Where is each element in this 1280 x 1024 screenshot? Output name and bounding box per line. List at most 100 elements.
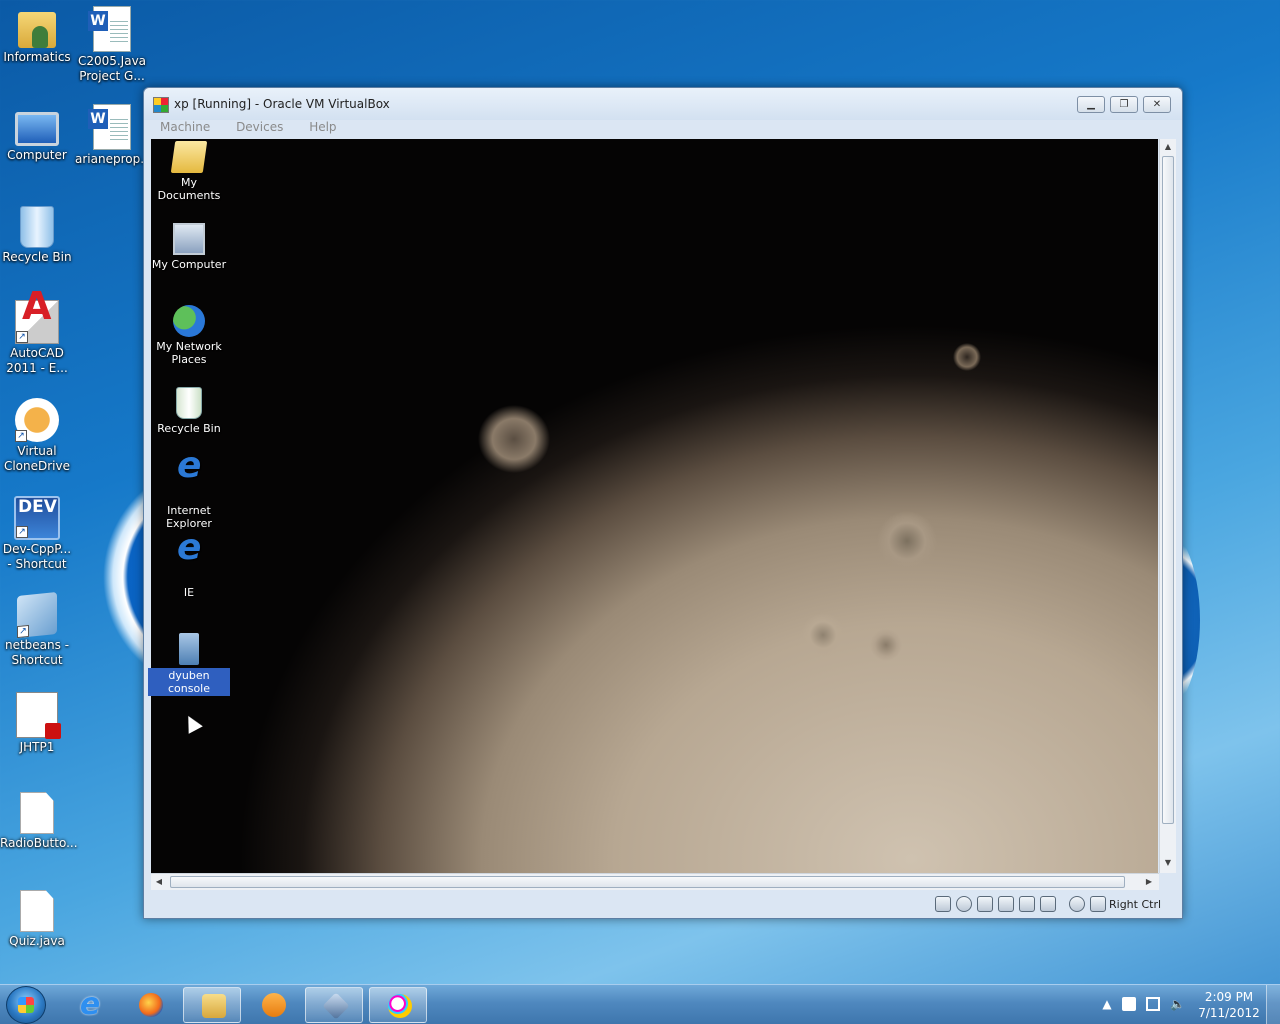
menu-help[interactable]: Help xyxy=(309,120,336,134)
autocad-icon: ↗ xyxy=(15,299,59,344)
desktop-icon-label: netbeans - Shortcut xyxy=(4,638,70,667)
start-button[interactable] xyxy=(6,986,46,1024)
desktop-icon-quiz-java[interactable]: Quiz.java xyxy=(0,890,74,949)
desktop-icon-netbeans[interactable]: ↗ netbeans - Shortcut xyxy=(0,591,74,668)
vertical-scrollbar[interactable]: ▲ ▼ xyxy=(1159,139,1176,873)
guest-icon-label: dyuben console xyxy=(148,668,230,696)
guest-icon-label: Recycle Bin xyxy=(157,422,221,435)
scroll-up-arrow-icon[interactable]: ▲ xyxy=(1160,139,1176,155)
internet-explorer-icon xyxy=(173,541,205,583)
desktop-icon-recycle-bin[interactable]: Recycle Bin xyxy=(0,202,74,265)
folder-icon xyxy=(18,12,56,48)
desktop-icon-label: C2005.Java Project G... xyxy=(77,54,147,83)
optical-drive-icon[interactable] xyxy=(956,896,972,912)
word-document-icon xyxy=(88,6,131,52)
taskbar-windows-explorer[interactable] xyxy=(183,987,241,1023)
clock-time: 2:09 PM xyxy=(1204,990,1254,1004)
guest-icon-internet-explorer[interactable]: Internet Explorer xyxy=(148,459,230,530)
mouse-cursor-icon xyxy=(181,712,203,734)
network-globe-icon xyxy=(173,305,205,337)
taskbar-firefox[interactable] xyxy=(121,987,179,1023)
shortcut-arrow-icon: ↗ xyxy=(16,526,28,538)
file-icon xyxy=(20,890,54,932)
guest-icon-label: My Computer xyxy=(151,258,227,271)
console-tool-icon xyxy=(179,633,199,665)
devcpp-icon: ↗ xyxy=(14,496,60,540)
network-icon[interactable] xyxy=(1146,997,1160,1011)
virtualbox-icon xyxy=(322,992,350,1020)
close-button[interactable]: ✕ xyxy=(1143,96,1171,113)
vertical-scroll-thumb[interactable] xyxy=(1162,156,1174,824)
guest-icon-my-documents[interactable]: My Documents xyxy=(148,141,230,202)
desktop-icon-arianeprop[interactable]: arianeprop... xyxy=(75,104,152,167)
shortcut-arrow-icon: ↗ xyxy=(17,624,29,639)
netbeans-cube-icon: ↗ xyxy=(17,591,57,639)
recycle-bin-icon xyxy=(20,206,54,248)
shared-folders-icon[interactable] xyxy=(1019,896,1035,912)
desktop-icon-label: arianeprop... xyxy=(75,152,152,166)
guest-icon-label: My Documents xyxy=(157,176,221,202)
shortcut-arrow-icon: ↗ xyxy=(16,331,28,343)
vm-statusbar: Right Ctrl xyxy=(144,890,1182,918)
usb-icon[interactable] xyxy=(977,896,993,912)
desktop-icon-label: Informatics xyxy=(3,50,71,64)
desktop-icon-devcpp[interactable]: ↗ Dev-CppP... - Shortcut xyxy=(0,496,74,572)
word-document-icon xyxy=(88,104,131,150)
desktop-icon-label: Computer xyxy=(7,148,67,162)
action-center-flag-icon[interactable] xyxy=(1122,997,1136,1011)
desktop-icon-jhtp1[interactable]: JHTP1 xyxy=(0,692,74,755)
desktop-icon-virtual-clonedrive[interactable]: ↗ Virtual CloneDrive xyxy=(0,398,74,474)
taskbar-media-player[interactable] xyxy=(244,987,302,1023)
hard-disk-icon[interactable] xyxy=(935,896,951,912)
volume-muted-icon[interactable]: 🔈 xyxy=(1170,997,1185,1011)
scroll-left-arrow-icon[interactable]: ◀ xyxy=(151,874,167,890)
guest-icon-dyuben-console[interactable]: dyuben console xyxy=(148,633,230,696)
menu-devices[interactable]: Devices xyxy=(236,120,283,134)
guest-icon-label: My Network Places xyxy=(156,340,222,366)
desktop-icon-informatics[interactable]: Informatics xyxy=(0,6,74,65)
display-icon[interactable] xyxy=(1040,896,1056,912)
window-titlebar[interactable]: xp [Running] - Oracle VM VirtualBox ▁ ❐ … xyxy=(144,88,1182,120)
window-title: xp [Running] - Oracle VM VirtualBox xyxy=(174,97,390,111)
guest-icon-my-computer[interactable]: My Computer xyxy=(148,223,230,271)
taskbar-clock[interactable]: 2:09 PM 7/11/2012 xyxy=(1195,989,1263,1021)
host-key-icon xyxy=(1090,896,1106,912)
network-adapter-icon[interactable] xyxy=(998,896,1014,912)
guest-icon-my-network-places[interactable]: My Network Places xyxy=(148,305,230,366)
desktop-icon-label: Quiz.java xyxy=(9,934,65,948)
recycle-bin-icon xyxy=(176,387,202,419)
desktop-icon-c2005-java[interactable]: C2005.Java Project G... xyxy=(75,6,149,84)
scroll-right-arrow-icon[interactable]: ▶ xyxy=(1141,874,1157,890)
desktop-icon-autocad[interactable]: ↗ AutoCAD 2011 - E... xyxy=(0,299,74,376)
computer-icon xyxy=(173,223,205,255)
horizontal-scroll-thumb[interactable] xyxy=(170,876,1125,888)
desktop-icon-label: Dev-CppP... - Shortcut xyxy=(2,542,72,571)
desktop-icon-label: Recycle Bin xyxy=(2,250,72,264)
restore-button[interactable]: ❐ xyxy=(1110,96,1138,113)
media-player-icon xyxy=(262,993,286,1017)
minimize-button[interactable]: ▁ xyxy=(1077,96,1105,113)
firefox-icon xyxy=(139,993,163,1017)
shortcut-arrow-icon: ↗ xyxy=(15,430,27,442)
computer-icon xyxy=(15,112,59,146)
taskbar-virtualbox[interactable] xyxy=(305,987,363,1023)
desktop-icon-computer[interactable]: Computer xyxy=(0,104,74,163)
taskbar-paint[interactable] xyxy=(369,987,427,1023)
desktop-icon-radiobutton[interactable]: RadioButto... xyxy=(0,792,78,851)
mouse-integration-icon[interactable] xyxy=(1069,896,1085,912)
show-hidden-icons-icon[interactable]: ▲ xyxy=(1100,997,1114,1011)
host-key-label: Right Ctrl xyxy=(1109,898,1162,911)
virtualbox-app-icon xyxy=(153,97,169,113)
taskbar-internet-explorer[interactable]: e xyxy=(60,987,118,1023)
horizontal-scrollbar[interactable]: ◀ ▶ xyxy=(151,873,1159,890)
scroll-down-arrow-icon[interactable]: ▼ xyxy=(1160,855,1176,871)
virtualbox-window[interactable]: xp [Running] - Oracle VM VirtualBox ▁ ❐ … xyxy=(143,87,1183,919)
file-icon xyxy=(20,792,54,834)
guest-icon-ie[interactable]: IE xyxy=(148,541,230,599)
menu-machine[interactable]: Machine xyxy=(160,120,210,134)
desktop-icon-label: JHTP1 xyxy=(19,740,55,754)
taskbar: e ▲ 🔈 2:09 PM 7/11/2012 xyxy=(0,984,1280,1024)
show-desktop-button[interactable] xyxy=(1266,985,1280,1024)
guest-screen[interactable]: My Documents My Computer My Network Plac… xyxy=(148,139,1158,873)
guest-icon-recycle-bin[interactable]: Recycle Bin xyxy=(148,387,230,435)
